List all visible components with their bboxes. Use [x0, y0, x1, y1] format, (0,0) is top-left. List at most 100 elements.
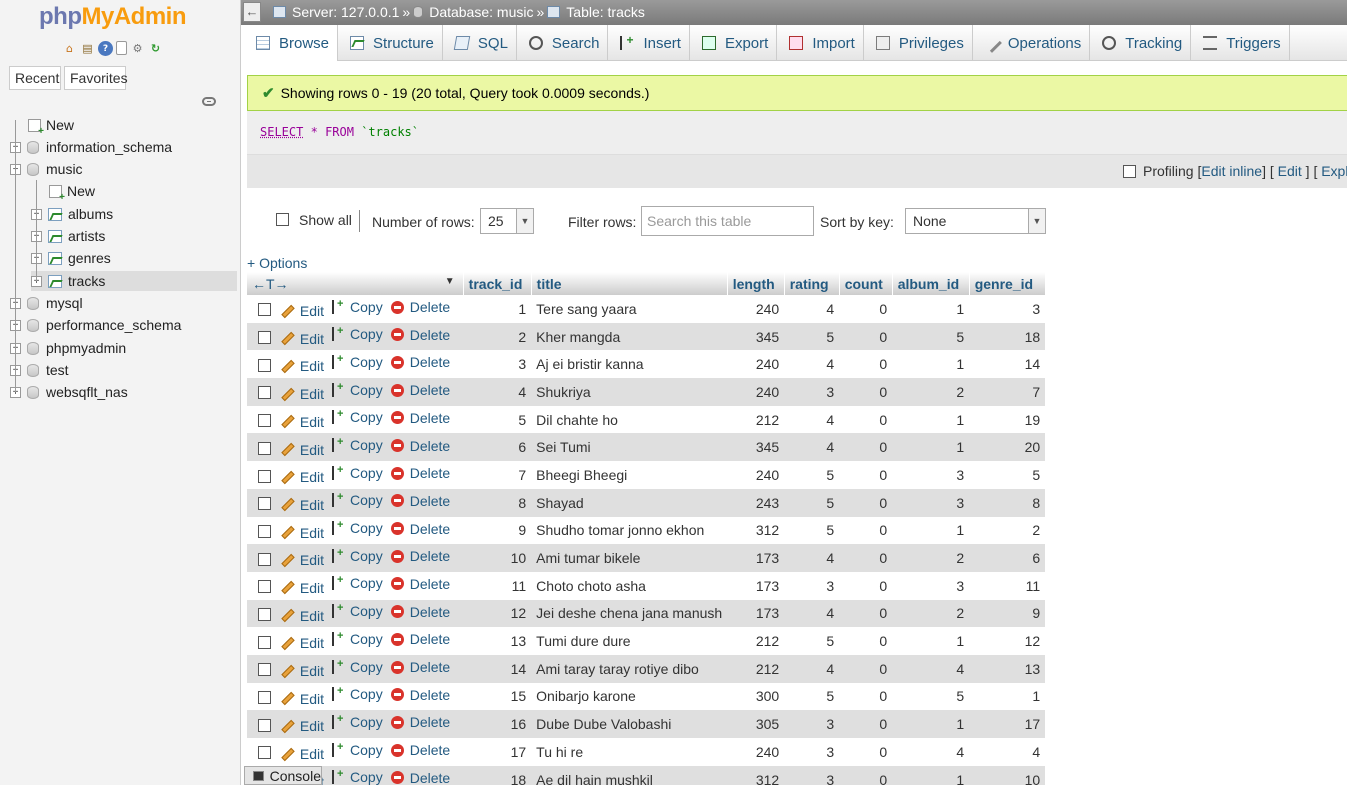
cell-count[interactable]: 0: [839, 571, 893, 600]
row-checkbox[interactable]: [258, 607, 271, 621]
cell-album-id[interactable]: 1: [892, 516, 970, 545]
cell-rating[interactable]: 3: [784, 571, 840, 600]
copy-link[interactable]: Copy: [332, 574, 383, 591]
cell-genre-id[interactable]: 7: [969, 378, 1046, 406]
cell-track-id[interactable]: 6: [463, 433, 532, 462]
cell-genre-id[interactable]: 13: [969, 654, 1046, 683]
cell-title[interactable]: Dube Dube Valobashi: [531, 710, 728, 738]
delete-link[interactable]: Delete: [390, 742, 450, 758]
cell-rating[interactable]: 4: [784, 405, 840, 434]
delete-link[interactable]: Delete: [390, 521, 450, 537]
tab-search[interactable]: Search: [517, 25, 609, 61]
delete-link[interactable]: Delete: [390, 604, 450, 620]
edit-link[interactable]: Edit: [281, 358, 324, 374]
number-of-rows-select[interactable]: 25 ▼: [480, 208, 534, 234]
cell-album-id[interactable]: 3: [892, 571, 970, 600]
column-header-album-id[interactable]: album_id: [892, 272, 970, 295]
cell-count[interactable]: 0: [839, 405, 893, 434]
copy-link[interactable]: Copy: [332, 353, 383, 370]
nav-tree-item-music[interactable]: −music: [10, 159, 83, 179]
edit-link[interactable]: Edit: [281, 718, 324, 734]
sort-by-key-select[interactable]: None ▼: [905, 208, 1046, 234]
cell-title[interactable]: Ami taray taray rotiye dibo: [531, 654, 728, 683]
cell-rating[interactable]: 5: [784, 461, 840, 489]
edit-link[interactable]: Edit: [281, 635, 324, 651]
cell-rating[interactable]: 5: [784, 488, 840, 517]
cell-count[interactable]: 0: [839, 322, 893, 351]
cell-track-id[interactable]: 10: [463, 544, 532, 572]
cell-title[interactable]: Kher mangda: [531, 322, 728, 351]
favorites-button[interactable]: Favorites: [64, 66, 128, 90]
row-checkbox[interactable]: [258, 469, 271, 483]
cell-length[interactable]: 312: [727, 516, 785, 545]
cell-track-id[interactable]: 13: [463, 627, 532, 655]
delete-link[interactable]: Delete: [390, 410, 450, 426]
edit-link[interactable]: Edit: [281, 552, 324, 568]
cell-track-id[interactable]: 18: [463, 765, 532, 785]
cell-track-id[interactable]: 17: [463, 738, 532, 766]
cell-album-id[interactable]: 4: [892, 738, 970, 766]
tab-export[interactable]: Export: [690, 25, 778, 61]
cell-count[interactable]: 0: [839, 516, 893, 545]
reload-icon[interactable]: ↻: [148, 41, 163, 56]
cell-album-id[interactable]: 5: [892, 322, 970, 351]
tab-browse[interactable]: Browse: [244, 25, 339, 61]
row-checkbox[interactable]: [258, 635, 271, 649]
nav-tree-item-tracks[interactable]: + tracks: [31, 271, 237, 291]
cell-length[interactable]: 212: [727, 654, 785, 683]
column-header-title[interactable]: title: [531, 272, 728, 295]
delete-link[interactable]: Delete: [390, 354, 450, 370]
nav-tree-item-mysql[interactable]: +mysql: [10, 293, 83, 313]
cell-count[interactable]: 0: [839, 654, 893, 683]
cell-count[interactable]: 0: [839, 433, 893, 462]
cell-title[interactable]: Tumi dure dure: [531, 627, 728, 655]
cell-title[interactable]: Jei deshe chena jana manush: [531, 599, 728, 628]
cell-track-id[interactable]: 1: [463, 295, 532, 323]
cell-genre-id[interactable]: 8: [969, 488, 1046, 517]
delete-link[interactable]: Delete: [390, 770, 450, 785]
help-icon[interactable]: ?: [98, 41, 113, 56]
cell-track-id[interactable]: 5: [463, 405, 532, 434]
row-checkbox[interactable]: [258, 441, 271, 455]
cell-length[interactable]: 300: [727, 682, 785, 711]
delete-link[interactable]: Delete: [390, 687, 450, 703]
cell-track-id[interactable]: 7: [463, 461, 532, 489]
cell-genre-id[interactable]: 3: [969, 295, 1046, 323]
cell-title[interactable]: Aj ei bristir kanna: [531, 350, 728, 379]
cell-album-id[interactable]: 2: [892, 599, 970, 628]
column-header-genre-id[interactable]: genre_id: [969, 272, 1046, 295]
cell-rating[interactable]: 4: [784, 654, 840, 683]
copy-link[interactable]: Copy: [332, 547, 383, 564]
cell-count[interactable]: 0: [839, 682, 893, 711]
cell-length[interactable]: 240: [727, 461, 785, 489]
delete-link[interactable]: Delete: [390, 548, 450, 564]
cell-title[interactable]: Shudho tomar jonno ekhon: [531, 516, 728, 545]
tab-import[interactable]: Import: [777, 25, 864, 61]
home-icon[interactable]: ⌂: [62, 41, 77, 56]
cell-length[interactable]: 312: [727, 765, 785, 785]
copy-link[interactable]: Copy: [332, 381, 383, 398]
column-header-count[interactable]: count: [839, 272, 893, 295]
cell-count[interactable]: 0: [839, 350, 893, 379]
cell-album-id[interactable]: 3: [892, 461, 970, 489]
row-checkbox[interactable]: [258, 552, 271, 566]
cell-track-id[interactable]: 11: [463, 571, 532, 600]
nav-tree-item-performance-schema[interactable]: +performance_schema: [10, 315, 181, 335]
nav-tree-item-albums[interactable]: +albums: [31, 204, 113, 224]
cell-rating[interactable]: 3: [784, 765, 840, 785]
copy-link[interactable]: Copy: [332, 658, 383, 675]
copy-link[interactable]: Copy: [332, 685, 383, 702]
cell-genre-id[interactable]: 5: [969, 461, 1046, 489]
tab-privileges[interactable]: Privileges: [864, 25, 973, 61]
cell-title[interactable]: Onibarjo karone: [531, 682, 728, 711]
cell-title[interactable]: Shayad: [531, 488, 728, 517]
filter-rows-input[interactable]: Search this table: [641, 206, 814, 236]
cell-album-id[interactable]: 4: [892, 654, 970, 683]
copy-link[interactable]: Copy: [332, 768, 383, 785]
row-checkbox[interactable]: [258, 358, 271, 372]
cell-album-id[interactable]: 1: [892, 627, 970, 655]
row-checkbox[interactable]: [258, 663, 271, 677]
cell-length[interactable]: 240: [727, 350, 785, 379]
cell-title[interactable]: Tu hi re: [531, 738, 728, 766]
cell-album-id[interactable]: 2: [892, 544, 970, 572]
